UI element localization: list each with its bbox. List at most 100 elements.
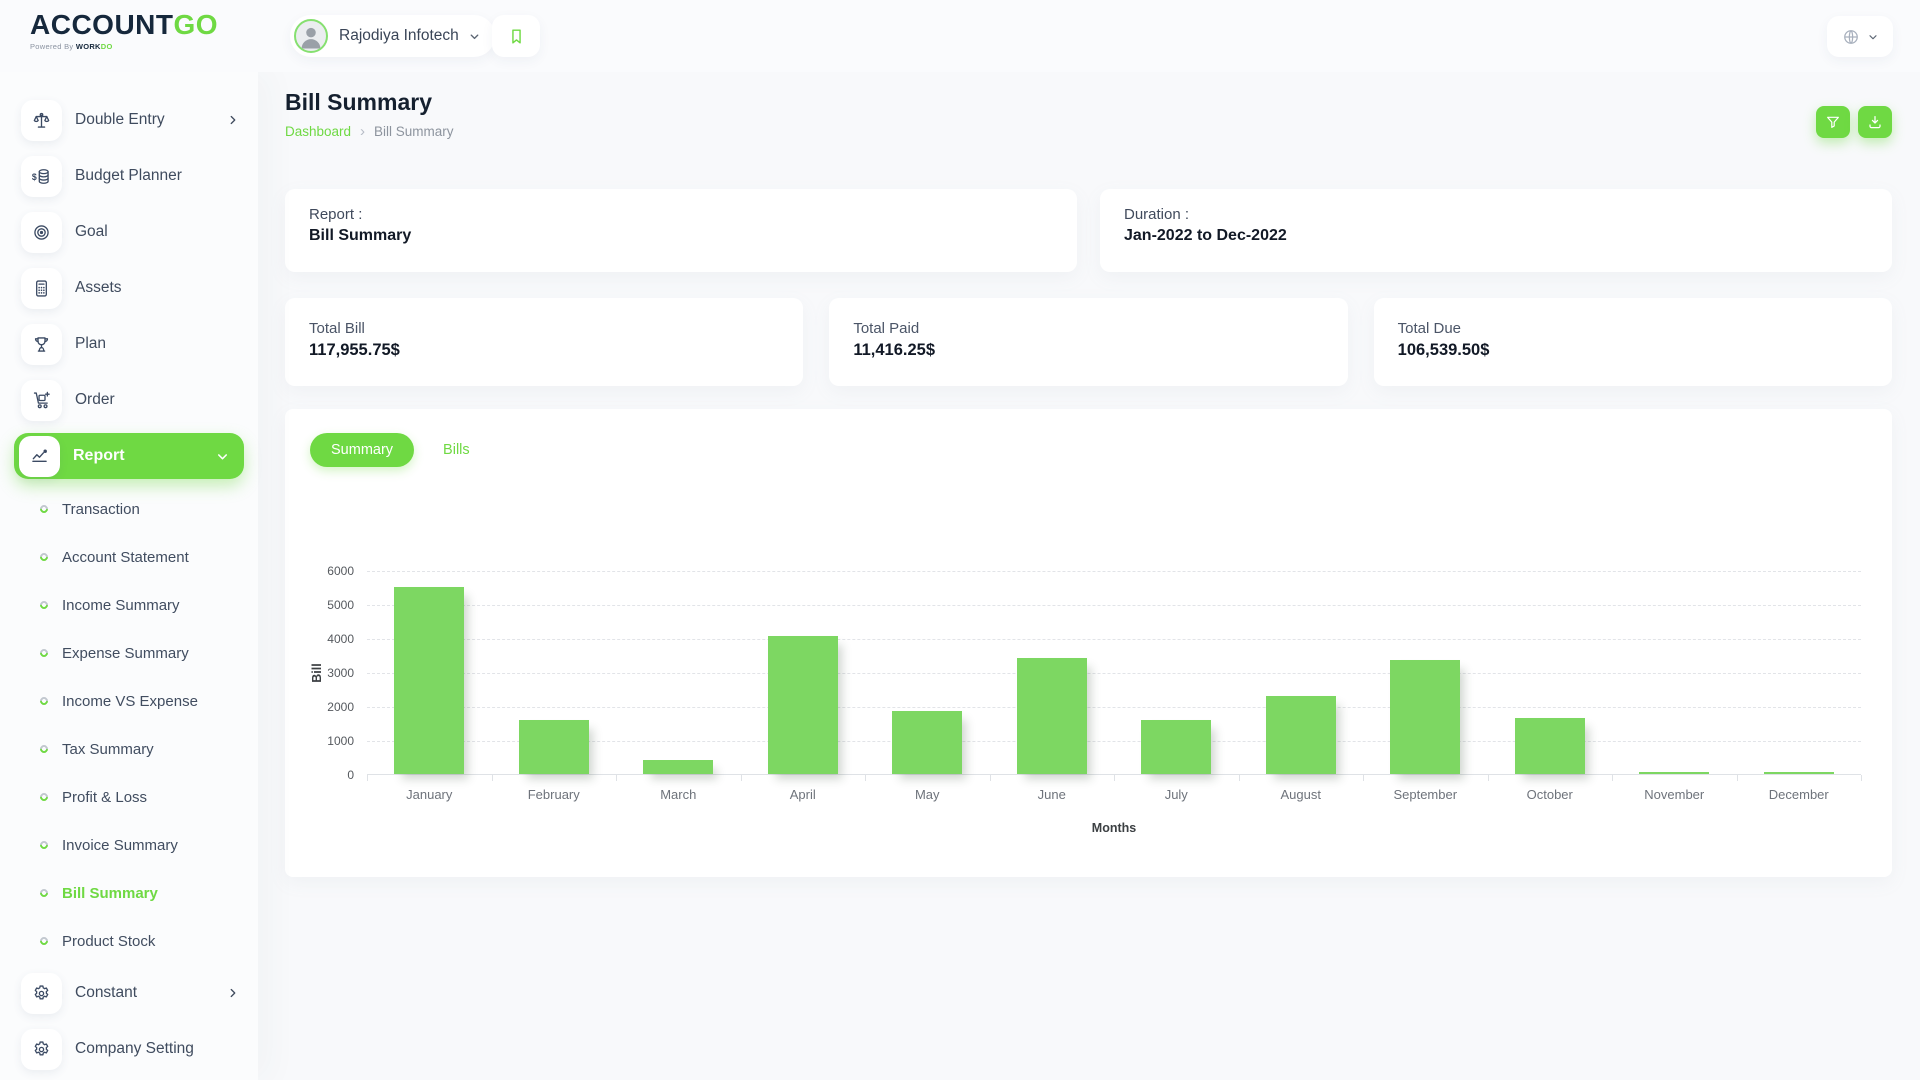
sidebar-item-goal[interactable]: Goal xyxy=(0,204,258,260)
company-name: Rajodiya Infotech xyxy=(339,27,459,45)
sidebar-item-constant[interactable]: Constant xyxy=(0,965,258,1021)
bullet-icon xyxy=(38,695,49,706)
sidebar-item-label: Plan xyxy=(75,335,240,353)
bookmark-button[interactable] xyxy=(492,15,540,57)
sidebar-subitem-expense-summary[interactable]: Expense Summary xyxy=(0,629,258,677)
bullet-icon xyxy=(38,935,49,946)
chart-line-icon xyxy=(19,436,60,477)
logo-text: ACCOUNTGO xyxy=(30,11,228,39)
bar-december xyxy=(1764,772,1834,774)
page-title: Bill Summary xyxy=(285,89,432,116)
calculator-icon xyxy=(21,268,62,309)
filter-button[interactable] xyxy=(1816,106,1850,138)
total-bill-label: Total Bill xyxy=(309,320,779,337)
total-paid-card: Total Paid 11,416.25$ xyxy=(829,298,1347,386)
gear-icon xyxy=(21,973,62,1014)
sidebar-item-order[interactable]: Order xyxy=(0,372,258,428)
bar-july xyxy=(1141,720,1211,774)
y-axis-tick-label: 2000 xyxy=(327,700,354,714)
x-axis-category-label: February xyxy=(492,785,617,803)
avatar xyxy=(294,19,328,53)
gridline xyxy=(367,639,1861,640)
logo-tagline: Powered By WORKDO xyxy=(30,42,228,51)
bullet-icon xyxy=(38,503,49,514)
bar-september xyxy=(1390,660,1460,774)
y-axis-tick-label: 1000 xyxy=(327,734,354,748)
sidebar-item-label: Order xyxy=(75,391,240,409)
bar-october xyxy=(1515,718,1585,774)
bullet-icon xyxy=(38,839,49,850)
chart-tabs: Summary Bills xyxy=(310,433,491,467)
bar-february xyxy=(519,720,589,774)
sidebar-item-budget-planner[interactable]: $Budget Planner xyxy=(0,148,258,204)
sidebar-subitem-label: Account Statement xyxy=(62,549,189,566)
x-axis-tick xyxy=(865,775,866,781)
y-axis-tick-label: 6000 xyxy=(327,564,354,578)
sidebar-item-plan[interactable]: Plan xyxy=(0,316,258,372)
sidebar-subitem-profit-loss[interactable]: Profit & Loss xyxy=(0,773,258,821)
sidebar-item-label: Assets xyxy=(75,279,240,297)
sidebar-subitem-income-summary[interactable]: Income Summary xyxy=(0,581,258,629)
x-axis-tick xyxy=(1737,775,1738,781)
app-header: ACCOUNTGO Powered By WORKDO Rajodiya Inf… xyxy=(0,0,1920,72)
breadcrumb: Dashboard › Bill Summary xyxy=(285,124,454,139)
sidebar-subitem-label: Bill Summary xyxy=(62,885,158,902)
logo-accent: GO xyxy=(174,9,219,40)
sidebar-subitem-label: Tax Summary xyxy=(62,741,154,758)
sidebar-subitem-label: Invoice Summary xyxy=(62,837,178,854)
sidebar-subitem-account-statement[interactable]: Account Statement xyxy=(0,533,258,581)
sidebar-item-label: Constant xyxy=(75,984,226,1002)
globe-icon xyxy=(1841,27,1861,47)
sidebar-item-label: Report xyxy=(73,447,215,465)
app-logo: ACCOUNTGO Powered By WORKDO xyxy=(30,11,228,51)
stats-row: Total Bill 117,955.75$ Total Paid 11,416… xyxy=(285,298,1892,386)
bar-august xyxy=(1266,696,1336,774)
breadcrumb-dashboard-link[interactable]: Dashboard xyxy=(285,124,351,139)
sidebar-nav: Double Entry $Budget PlannerGoal Assets Pla… xyxy=(0,92,258,1077)
tab-bills[interactable]: Bills xyxy=(422,433,491,467)
chevron-down-icon xyxy=(215,449,230,464)
sidebar-item-assets[interactable]: Assets xyxy=(0,260,258,316)
sidebar-item-report[interactable]: Report xyxy=(14,433,244,479)
gridline xyxy=(367,571,1861,572)
x-axis-category-label: October xyxy=(1488,785,1613,803)
breadcrumb-current: Bill Summary xyxy=(374,124,454,139)
total-bill-card: Total Bill 117,955.75$ xyxy=(285,298,803,386)
bar-june xyxy=(1017,658,1087,774)
sidebar-subitem-bill-summary[interactable]: Bill Summary xyxy=(0,869,258,917)
total-paid-label: Total Paid xyxy=(853,320,1323,337)
sidebar-item-label: Company Setting xyxy=(75,1040,240,1058)
x-axis-tick xyxy=(367,775,368,781)
sidebar-subitem-label: Expense Summary xyxy=(62,645,189,662)
company-selector[interactable]: Rajodiya Infotech xyxy=(290,15,495,57)
sidebar-subitem-transaction[interactable]: Transaction xyxy=(0,485,258,533)
x-axis-tick xyxy=(492,775,493,781)
x-axis-category-label: September xyxy=(1363,785,1488,803)
sidebar-subitem-income-vs-expense[interactable]: Income VS Expense xyxy=(0,677,258,725)
gear-icon xyxy=(21,1029,62,1070)
sidebar-subitem-product-stock[interactable]: Product Stock xyxy=(0,917,258,965)
bar-may xyxy=(892,711,962,774)
x-axis-tick xyxy=(616,775,617,781)
x-axis-category-label: June xyxy=(990,785,1115,803)
chart-card: Summary Bills Bill Months 01000200030004… xyxy=(285,409,1892,877)
bullet-icon xyxy=(38,599,49,610)
tab-summary[interactable]: Summary xyxy=(310,433,414,467)
y-axis-tick-label: 4000 xyxy=(327,632,354,646)
sidebar-item-label: Double Entry xyxy=(75,111,226,129)
x-axis-tick xyxy=(1114,775,1115,781)
download-icon xyxy=(1867,114,1883,130)
download-button[interactable] xyxy=(1858,106,1892,138)
chart-x-axis-title: Months xyxy=(367,821,1861,835)
sidebar-subitem-invoice-summary[interactable]: Invoice Summary xyxy=(0,821,258,869)
person-icon xyxy=(296,21,326,51)
sidebar-subitem-tax-summary[interactable]: Tax Summary xyxy=(0,725,258,773)
sidebar-item-double-entry[interactable]: Double Entry xyxy=(0,92,258,148)
bullet-icon xyxy=(38,743,49,754)
breadcrumb-separator: › xyxy=(360,124,365,139)
sidebar-item-company-setting[interactable]: Company Setting xyxy=(0,1021,258,1077)
x-axis-category-label: March xyxy=(616,785,741,803)
chevron-down-icon xyxy=(468,30,481,43)
x-axis-category-label: May xyxy=(865,785,990,803)
language-selector-button[interactable] xyxy=(1827,16,1893,57)
